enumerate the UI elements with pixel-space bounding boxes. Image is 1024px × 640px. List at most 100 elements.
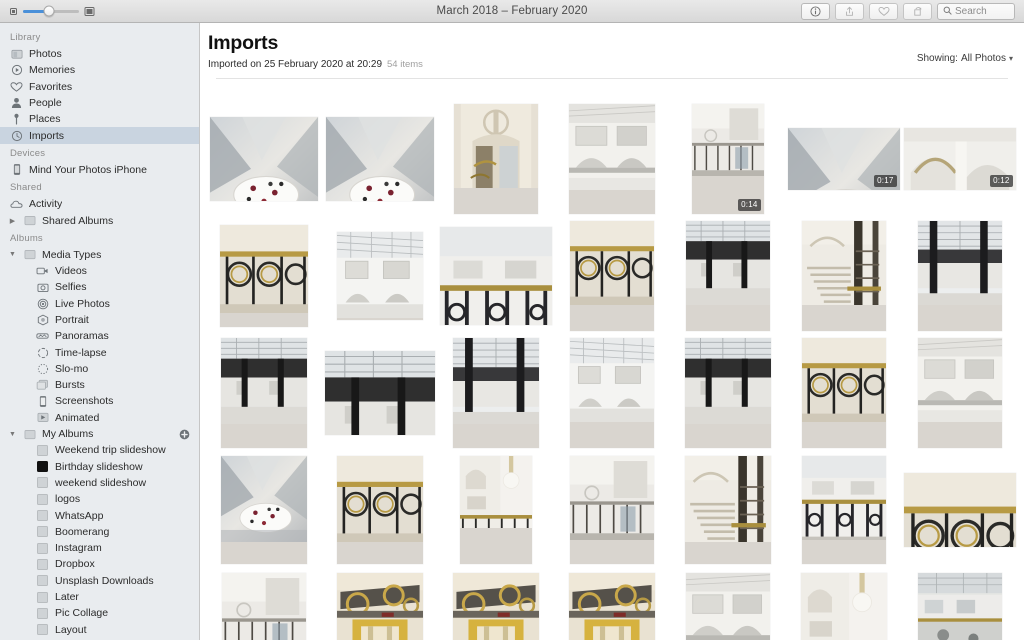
sidebar-item-whatsapp[interactable]: WhatsApp [0,507,199,523]
photo-grid-cell[interactable] [206,568,322,640]
sidebar-item-my-albums[interactable]: ▼ My Albums [0,426,199,442]
photo-grid-cell[interactable] [554,100,670,217]
sidebar-item-imports[interactable]: Imports [0,127,199,144]
photo-thumbnail[interactable] [570,337,654,448]
zoom-slider-track[interactable] [23,5,79,17]
favorite-button[interactable] [869,2,898,20]
photo-thumbnail[interactable] [685,337,771,448]
photo-grid-cell[interactable] [322,451,438,568]
sidebar-item-places[interactable]: Places [0,111,199,127]
photo-thumbnail[interactable] [220,224,308,327]
photo-grid-cell[interactable] [902,334,1018,451]
photo-thumbnail[interactable] [221,337,307,448]
sidebar-item-slo-mo[interactable]: Slo-mo [0,361,199,377]
photo-thumbnail[interactable] [453,572,539,640]
sidebar-item-memories[interactable]: Memories [0,62,199,78]
photo-grid-cell[interactable] [670,217,786,334]
photo-grid-cell[interactable] [206,217,322,334]
photo-grid-cell[interactable] [670,568,786,640]
photo-thumbnail[interactable] [686,572,770,640]
sidebar-item-pic-collage[interactable]: Pic Collage [0,605,199,621]
zoom-slider-knob[interactable] [43,5,55,17]
photo-grid-cell[interactable] [438,100,554,217]
photo-grid-cell[interactable] [438,568,554,640]
rotate-button[interactable] [903,2,932,20]
photo-grid[interactable]: 0:14 0:17 0:12 [200,94,1024,640]
photo-thumbnail[interactable] [802,455,886,564]
photo-grid-cell[interactable] [438,451,554,568]
sidebar-item-later[interactable]: Later [0,589,199,605]
photo-thumbnail[interactable] [222,572,306,640]
photo-thumbnail[interactable] [801,572,887,640]
photo-thumbnail[interactable] [460,455,532,564]
photo-grid-cell[interactable] [786,568,902,640]
photo-thumbnail[interactable] [904,472,1016,547]
add-album-button[interactable] [179,429,190,440]
photo-grid-cell[interactable] [786,217,902,334]
sidebar-item-weekend-slideshow[interactable]: weekend slideshow [0,475,199,491]
photo-grid-cell[interactable] [902,568,1018,640]
photo-grid-cell[interactable] [438,334,554,451]
sidebar-item-portrait[interactable]: Portrait [0,312,199,328]
search-field[interactable]: Search [937,2,1015,20]
photo-thumbnail[interactable] [802,337,886,448]
showing-filter-button[interactable]: Showing: All Photos ▾ [917,53,1013,64]
photo-thumbnail[interactable] [325,350,435,435]
disclosure-triangle-expanded-icon[interactable]: ▼ [8,251,17,258]
photo-thumbnail[interactable] [337,572,423,640]
photo-thumbnail[interactable] [918,572,1002,640]
photo-thumbnail[interactable] [210,116,318,201]
photo-grid-cell[interactable] [902,451,1018,568]
sidebar-item-dropbox[interactable]: Dropbox [0,556,199,572]
sidebar-item-boomerang[interactable]: Boomerang [0,524,199,540]
photo-grid-cell[interactable]: 0:17 [786,100,902,217]
sidebar-item-live-photos[interactable]: Live Photos [0,296,199,312]
sidebar-item-unsplash-downloads[interactable]: Unsplash Downloads [0,573,199,589]
photo-grid-cell[interactable] [322,100,438,217]
sidebar-item-mind-your-photos-iphone[interactable]: Mind Your Photos iPhone [0,162,199,178]
photo-grid-cell[interactable] [902,217,1018,334]
photo-grid-cell[interactable] [786,451,902,568]
photo-thumbnail[interactable] [685,455,771,564]
info-button[interactable] [801,2,830,20]
photo-grid-cell[interactable] [206,100,322,217]
photo-thumbnail[interactable]: 0:14 [692,103,764,214]
photo-thumbnail[interactable] [453,337,539,448]
thumbnail-zoom-slider[interactable] [9,5,95,17]
disclosure-triangle-collapsed-icon[interactable]: ▶ [8,217,17,225]
sidebar-item-people[interactable]: People [0,95,199,111]
sidebar-item-logos[interactable]: logos [0,491,199,507]
disclosure-triangle-expanded-icon[interactable]: ▼ [8,431,17,438]
photo-thumbnail[interactable] [440,226,552,325]
photo-grid-cell[interactable] [554,568,670,640]
sidebar-item-activity[interactable]: Activity [0,196,199,212]
photo-grid-cell[interactable]: 0:12 [902,100,1018,217]
photo-grid-cell[interactable] [322,334,438,451]
photo-grid-cell[interactable] [438,217,554,334]
sidebar-item-shared-albums[interactable]: ▶ Shared Albums [0,212,199,228]
photo-thumbnail[interactable] [686,220,770,331]
sidebar-item-weekend-trip-slideshow[interactable]: Weekend trip slideshow [0,442,199,458]
sidebar-item-panoramas[interactable]: Panoramas [0,328,199,344]
share-button[interactable] [835,2,864,20]
sidebar-item-layout[interactable]: Layout [0,622,199,638]
sidebar-item-screenshots[interactable]: Screenshots [0,393,199,409]
photo-thumbnail[interactable] [570,455,654,564]
sidebar-item-media-types[interactable]: ▼ Media Types [0,247,199,263]
photo-thumbnail[interactable] [337,455,423,564]
sidebar-item-instagram[interactable]: Instagram [0,540,199,556]
photo-thumbnail[interactable] [918,337,1002,448]
photo-thumbnail[interactable] [570,220,654,331]
sidebar-item-photos[interactable]: Photos [0,46,199,62]
photo-thumbnail[interactable] [802,220,886,331]
photo-thumbnail[interactable]: 0:17 [788,127,900,190]
photo-grid-cell[interactable] [786,334,902,451]
photo-grid-cell[interactable]: 0:14 [670,100,786,217]
photo-thumbnail[interactable] [569,103,655,214]
photo-grid-cell[interactable] [554,451,670,568]
photo-grid-cell[interactable] [206,451,322,568]
sidebar[interactable]: Library Photos Memories Favorites People Plac… [0,23,200,640]
photo-thumbnail[interactable] [569,572,655,640]
photo-thumbnail[interactable] [221,455,307,564]
photo-grid-cell[interactable] [554,217,670,334]
